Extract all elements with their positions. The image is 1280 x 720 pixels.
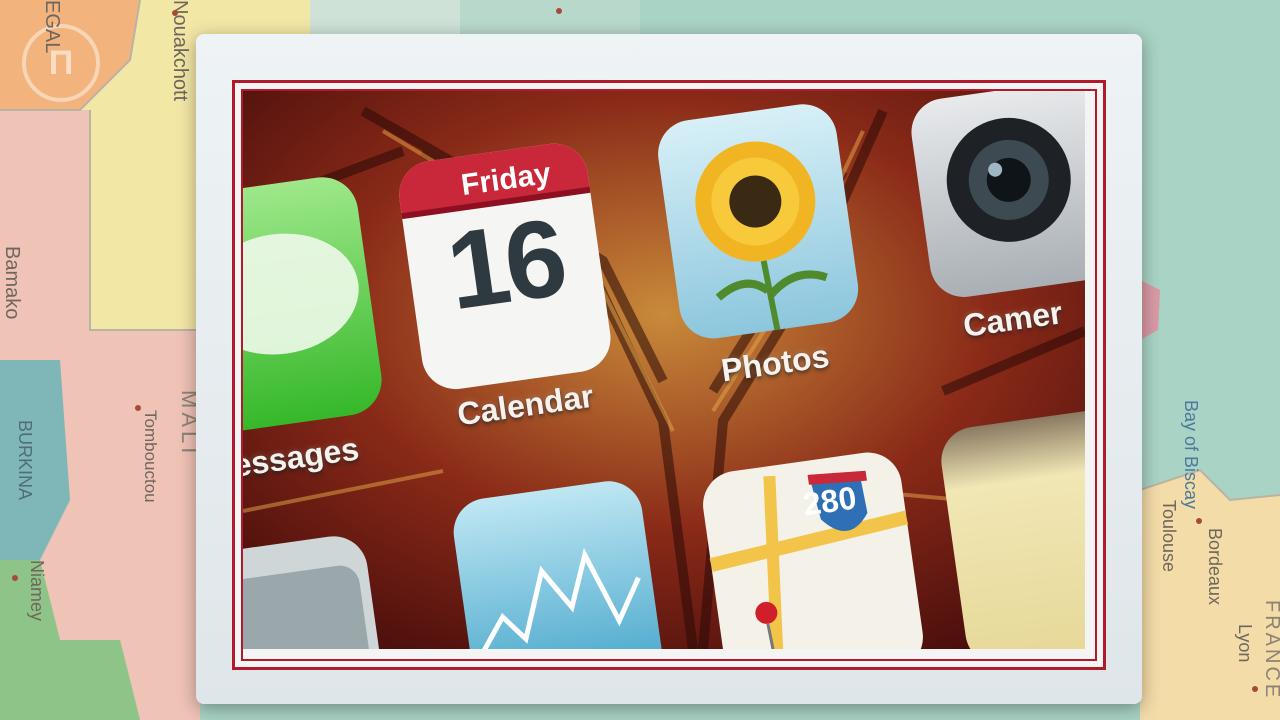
maps-app-icon[interactable] (699, 448, 928, 649)
map-city-dot (1196, 518, 1202, 524)
stocks-app-icon[interactable] (449, 477, 668, 649)
red-frame: Friday 16 280 essages Calendar Photos Ca… (232, 80, 1106, 670)
map-label-lyon: Lyon (1235, 624, 1255, 663)
map-label-bamako: Bamako (1, 246, 23, 320)
map-city-dot (172, 10, 178, 16)
map-label-tombouctou: Tombouctou (141, 410, 160, 503)
phone-screen-background (243, 91, 1085, 649)
map-city-dot (556, 8, 562, 14)
camera-app-icon[interactable] (907, 91, 1085, 301)
photos-app-icon[interactable] (654, 100, 863, 343)
map-city-dot (12, 575, 18, 581)
map-label-bordeaux: Bordeaux (1205, 528, 1225, 606)
map-label-burkina: BURKINA (15, 420, 35, 501)
map-label-nouakchott: Nouakchott (169, 0, 191, 102)
map-label-senegal: EGAL (41, 0, 63, 54)
map-label-toulouse: Toulouse (1159, 500, 1179, 573)
map-city-dot (1252, 686, 1258, 692)
calendar-date-number: 16 (439, 195, 571, 334)
map-label-france: FRANCE (1261, 600, 1280, 701)
maps-shield-number: 280 (800, 479, 859, 523)
map-label-niamey: Niamey (27, 560, 47, 622)
map-label-bay-of-biscay: Bay of Biscay (1181, 400, 1201, 510)
phone-screen-photo: Friday 16 280 essages Calendar Photos Ca… (243, 91, 1085, 649)
